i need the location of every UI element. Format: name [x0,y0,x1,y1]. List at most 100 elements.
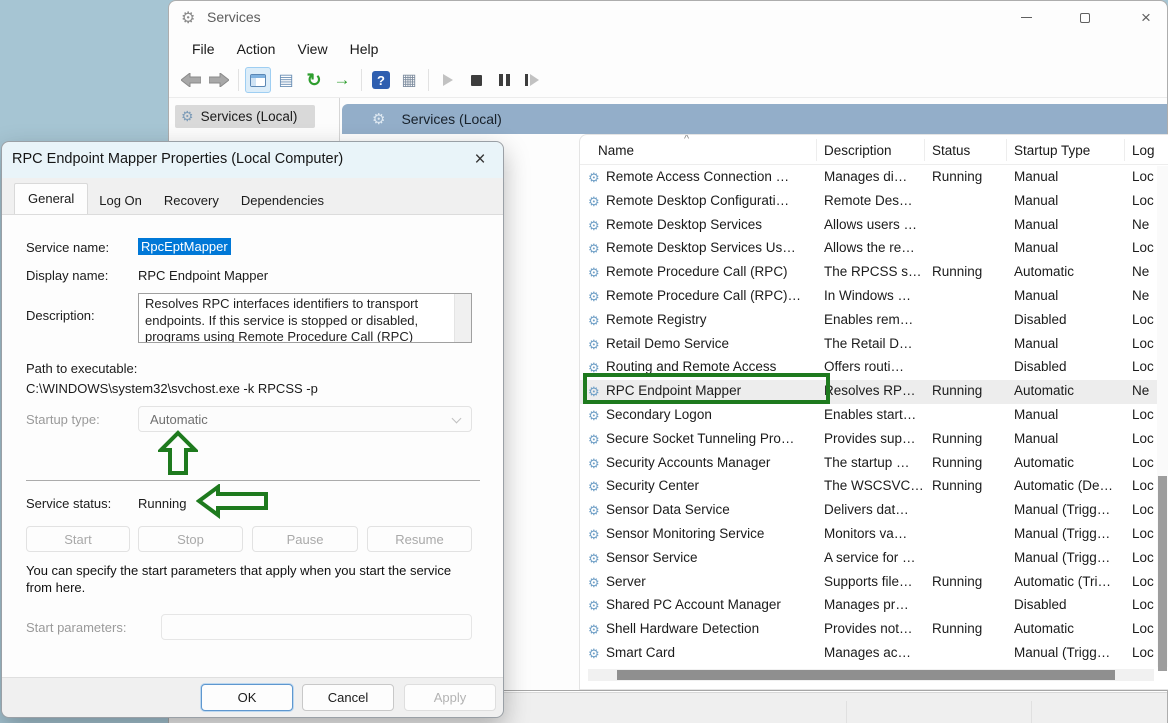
separator [26,480,480,481]
tab-dependencies[interactable]: Dependencies [230,188,335,214]
service-row[interactable]: ⚙ Remote Procedure Call (RPC) The RPCSS … [580,261,1168,285]
service-gear-icon: ⚙ [588,337,600,353]
dialog-footer: OK Cancel Apply [2,677,503,717]
service-gear-icon: ⚙ [588,241,600,257]
start-service-icon[interactable] [435,67,461,93]
ok-button[interactable]: OK [201,684,293,711]
service-row[interactable]: ⚙ Remote Procedure Call (RPC)… In Window… [580,285,1168,309]
highlight-rectangle-annotation [583,373,830,404]
column-header-startup-type[interactable]: Startup Type [1014,143,1090,158]
service-row[interactable]: ⚙ Sensor Monitoring Service Monitors va…… [580,523,1168,547]
start-parameters-input[interactable] [161,614,472,640]
service-row[interactable]: ⚙ Remote Access Connection … Manages di…… [580,166,1168,190]
description-box[interactable]: Resolves RPC interfaces identifiers to t… [138,293,472,343]
service-row[interactable]: ⚙ Remote Desktop Configurati… Remote Des… [580,190,1168,214]
menu-file[interactable]: File [181,37,226,61]
dialog-close-icon[interactable]: × [467,147,493,173]
close-button[interactable]: × [1124,1,1168,34]
start-button[interactable]: Start [26,526,130,552]
tab-general[interactable]: General [14,183,88,214]
service-row[interactable]: ⚙ Security Accounts Manager The startup … [580,452,1168,476]
service-row[interactable]: ⚙ Security Center The WSCSVC… Running Au… [580,475,1168,499]
refresh-icon[interactable]: ↻ [301,67,327,93]
column-header-log-on-as[interactable]: Log [1132,143,1155,158]
service-name-cell: Security Accounts Manager [606,455,818,470]
dialog-titlebar[interactable]: RPC Endpoint Mapper Properties (Local Co… [2,142,503,178]
toolbar-separator [428,69,429,91]
service-row[interactable]: ⚙ Remote Desktop Services Allows users …… [580,214,1168,238]
service-row[interactable]: ⚙ Secure Socket Tunneling Pro… Provides … [580,428,1168,452]
service-name-cell: Remote Registry [606,312,818,327]
service-name-cell: Shared PC Account Manager [606,597,818,612]
column-header-name[interactable]: Name [598,143,634,158]
back-icon[interactable] [178,67,204,93]
show-console-tree-icon[interactable] [245,67,271,93]
service-description-cell: Allows users … [824,217,924,232]
service-gear-icon: ⚙ [588,218,600,234]
service-description-cell: Remote Des… [824,193,924,208]
service-row[interactable]: ⚙ Shared PC Account Manager Manages pr… … [580,594,1168,618]
service-name-label: Service name: [26,240,109,255]
stop-button[interactable]: Stop [138,526,243,552]
service-name-cell: Smart Card [606,645,818,660]
pause-button[interactable]: Pause [252,526,358,552]
horizontal-scrollbar-thumb[interactable] [617,670,1115,680]
window-titlebar[interactable]: ⚙ Services × [169,1,1167,34]
tab-recovery[interactable]: Recovery [153,188,230,214]
service-status-cell: Running [932,431,1008,446]
vertical-scrollbar[interactable] [1157,166,1168,667]
export-list-icon[interactable]: → [329,67,355,93]
service-row[interactable]: ⚙ Sensor Service A service for … Manual … [580,547,1168,571]
column-header-description[interactable]: Description [824,143,892,158]
tab-log-on[interactable]: Log On [88,188,153,214]
services-gear-icon: ⚙ [372,110,385,128]
show-action-pane-icon[interactable]: ▦ [396,67,422,93]
startup-type-dropdown[interactable]: Automatic [138,406,472,432]
resume-button[interactable]: Resume [367,526,472,552]
forward-icon[interactable] [206,67,232,93]
toolbar-separator [361,69,362,91]
service-status-label: Service status: [26,496,111,511]
service-name-value[interactable]: RpcEptMapper [138,238,231,255]
horizontal-scrollbar[interactable] [588,669,1154,681]
path-to-executable-label: Path to executable: [26,361,137,376]
maximize-button[interactable] [1063,1,1107,34]
service-gear-icon: ⚙ [588,598,600,614]
service-row[interactable]: ⚙ Retail Demo Service The Retail D… Manu… [580,333,1168,357]
minimize-button[interactable] [1004,1,1048,34]
service-status-cell: Running [932,621,1008,636]
path-to-executable-value: C:\WINDOWS\system32\svchost.exe -k RPCSS… [26,381,318,396]
menu-help[interactable]: Help [339,37,390,61]
toolbar-separator [238,69,239,91]
service-row[interactable]: ⚙ Sensor Data Service Delivers dat… Manu… [580,499,1168,523]
service-description-cell: Allows the re… [824,240,924,255]
service-row[interactable]: ⚙ Secondary Logon Enables start… Manual … [580,404,1168,428]
sort-ascending-icon: ^ [684,134,689,145]
service-status-cell: Running [932,574,1008,589]
menu-action[interactable]: Action [226,37,287,61]
service-row[interactable]: ⚙ Server Supports file… Running Automati… [580,571,1168,595]
help-icon[interactable]: ? [368,67,394,93]
pause-service-icon[interactable] [491,67,517,93]
vertical-scrollbar-thumb[interactable] [1158,476,1167,671]
service-row[interactable]: ⚙ Shell Hardware Detection Provides not…… [580,618,1168,642]
service-row[interactable]: ⚙ Remote Registry Enables rem… Disabled … [580,309,1168,333]
properties-icon[interactable]: ▤ [273,67,299,93]
menu-view[interactable]: View [286,37,338,61]
service-status-value: Running [138,496,186,511]
service-name-cell: Sensor Service [606,550,818,565]
service-name-cell: Remote Access Connection … [606,169,818,184]
cancel-button[interactable]: Cancel [302,684,394,711]
stop-service-icon[interactable] [463,67,489,93]
startup-type-label: Startup type: [26,412,100,427]
column-header-status[interactable]: Status [932,143,970,158]
tree-item-services-local[interactable]: ⚙ Services (Local) [175,105,315,128]
restart-service-icon[interactable] [519,67,545,93]
description-scrollbar[interactable] [454,294,471,342]
service-startup-type-cell: Manual [1014,431,1126,446]
list-header: ^ Name Description Status Startup Type L… [580,135,1168,165]
apply-button[interactable]: Apply [404,684,496,711]
service-row[interactable]: ⚙ Remote Desktop Services Us… Allows the… [580,237,1168,261]
service-gear-icon: ⚙ [588,289,600,305]
service-row[interactable]: ⚙ Smart Card Manages ac… Manual (Trigg… … [580,642,1168,666]
